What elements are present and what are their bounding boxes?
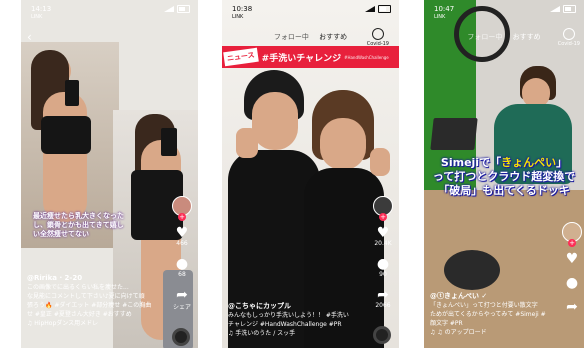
covid-button[interactable]: Covid-19 [367,28,389,47]
heart-icon: ♥ [175,225,189,241]
tab-following[interactable]: フォロー中 [467,33,502,41]
share-button[interactable]: ➦ 2066 [375,288,390,309]
video-card-2[interactable]: 10:38 LINK フォロー中 おすすめ Covid-19 ニュース #手洗い… [222,0,399,348]
overlay-text: Simejiで「きょんぺい」 って打つとクラウド超変換で 「破局」も出てくるドッ… [432,156,576,197]
share-button[interactable]: ➦ [566,300,578,314]
share-icon: ➦ [566,299,578,315]
username[interactable]: @ⓣきょんぺい ✓ [430,292,556,301]
video-caption: @ⓣきょんぺい ✓ 「きょんぺい」って打つと付要い散文字 ためが出てくるからやっ… [430,292,556,337]
challenge-subtag: #HandWashChallenge [344,54,389,60]
comment-button[interactable]: ● 68 [176,257,188,278]
video-caption: @こちゃにカップル みんなもしっかり手洗いしよう！！ #手洗い チャレンジ #H… [228,302,365,338]
share-button[interactable]: ➦ シェア [173,288,191,311]
challenge-banner: ニュース #手洗いチャレンジ #HandWashChallenge [222,46,399,68]
back-icon[interactable]: ‹ [27,30,32,44]
creator-avatar[interactable] [373,196,393,221]
tab-for-you[interactable]: おすすめ [513,33,541,41]
heart-icon: ♥ [376,225,390,241]
status-bar: 14:13 [31,3,190,15]
like-button[interactable]: ♥ 20.4K [374,226,391,247]
comment-button[interactable]: ● [566,276,578,290]
challenge-tag: #手洗いチャレンジ [261,53,342,64]
music-label[interactable]: ♫ ♫ のアップロード [430,328,556,337]
action-rail: ♥20.4K ●90 ➦2066 [373,196,393,309]
music-disc-icon[interactable] [373,326,391,344]
share-icon: ➦ [176,287,188,303]
username[interactable]: @Ririka · 2-20 [27,274,164,283]
comment-icon: ● [175,256,189,272]
news-badge: ニュース [223,47,259,67]
link-label: LINK [232,14,244,20]
music-disc-icon[interactable] [172,328,190,346]
music-label[interactable]: ♫ 手洗いのうた / スッ手 [228,329,365,338]
video-card-1[interactable]: 14:13 LINK ‹ 最近痩せたら乳大きくなったし、鎖骨とかも出てきて嬉しい… [21,0,198,348]
covid-button[interactable]: Covid-19 [558,28,580,47]
status-bar: 10:38 [232,3,391,15]
overlay-text: 最近痩せたら乳大きくなったし、鎖骨とかも出てきて嬉しい全然痩せてない [33,212,124,238]
comment-icon: ● [565,275,579,291]
shield-icon [371,28,384,40]
status-bar: 10:47 [434,3,576,15]
heart-icon: ♥ [565,251,579,267]
shield-icon [562,28,575,40]
video-caption: @Ririka · 2-20 この画像でに出るくらい私を痩せた... な見能にコ… [27,274,164,328]
like-button[interactable]: ♥ [566,252,579,266]
link-label: LINK [434,14,446,20]
action-rail: ♥466 ●68 ➦シェア [172,196,192,311]
music-label[interactable]: ♫ HipHopダンス用メドレ [27,319,164,328]
username[interactable]: @こちゃにカップル [228,302,365,311]
comment-icon: ● [376,256,390,272]
video-card-3[interactable]: 10:47 LINK フォロー中 おすすめ Covid-19 Simejiで「き… [424,0,584,348]
creator-avatar[interactable] [562,222,582,247]
share-icon: ➦ [377,287,389,303]
tab-for-you[interactable]: おすすめ [319,33,347,41]
comment-button[interactable]: ● 90 [377,257,389,278]
link-label: LINK [31,14,43,20]
action-rail: ♥ ● ➦ [562,222,582,314]
tab-following[interactable]: フォロー中 [274,33,309,41]
like-button[interactable]: ♥ 466 [176,226,189,247]
creator-avatar[interactable] [172,196,192,221]
